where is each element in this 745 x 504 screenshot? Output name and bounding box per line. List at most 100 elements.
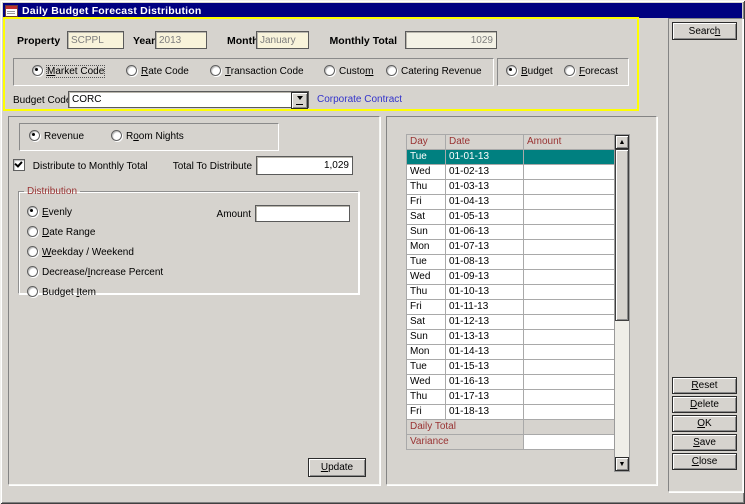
code-type-radio-group: Market Code Rate Code Transaction Code Cust… [13,58,494,86]
grid-row-01-11-13[interactable]: Fri01-11-13 [407,300,615,315]
amount-field[interactable] [255,205,350,222]
budget-code-input[interactable] [68,91,309,108]
grid-row-01-05-13[interactable]: Sat01-05-13 [407,210,615,225]
radio-label: Rate Code [141,66,189,77]
radio-room-nights[interactable]: Room Nights [111,130,184,143]
grid-row-01-10-13[interactable]: Thu01-10-13 [407,285,615,300]
close-button[interactable]: Close [672,453,737,470]
app-icon [5,5,18,17]
table-scrollbar[interactable]: ▲ ▼ [614,134,630,472]
grid-row-01-01-13[interactable]: Tue01-01-13 [407,150,615,165]
grid-row-01-08-13[interactable]: Tue01-08-13 [407,255,615,270]
footer-label: Variance [407,435,524,450]
radio-market-code[interactable]: Market Code [32,65,104,78]
radio-circle-icon [506,65,517,76]
budget-code-combobox[interactable] [68,91,309,108]
radio-revenue[interactable]: Revenue [29,130,84,143]
radio-transaction-code[interactable]: Transaction Code [210,65,304,78]
budget-code-description: Corporate Contract [317,94,402,105]
scroll-up-button[interactable]: ▲ [615,135,629,149]
radio-date-range[interactable]: Date Range [27,226,163,238]
grid-cell [524,180,615,195]
radio-forecast[interactable]: Forecast [564,65,618,78]
grid-row-01-04-13[interactable]: Fri01-04-13 [407,195,615,210]
grid-row-01-17-13[interactable]: Thu01-17-13 [407,390,615,405]
grid-cell: 01-01-13 [446,150,524,165]
grid-cell: 01-12-13 [446,315,524,330]
radio-catering-revenue[interactable]: Catering Revenue [386,65,482,78]
radio-budget-item[interactable]: Budget Item [27,286,163,298]
grid-cell [524,375,615,390]
radio-label: Custom [339,66,373,77]
footer-amount [524,435,615,450]
radio-label: Transaction Code [225,66,304,77]
radio-circle-icon [386,65,397,76]
ok-button[interactable]: OK [672,415,737,432]
grid-cell [524,330,615,345]
grid-row-01-02-13[interactable]: Wed01-02-13 [407,165,615,180]
radio-circle-icon [27,226,38,237]
grid-footer-daily-total: Daily Total [407,420,615,435]
grid-cell [524,225,615,240]
grid-cell [524,315,615,330]
month-field [256,31,309,49]
grid-row-01-03-13[interactable]: Thu01-03-13 [407,180,615,195]
total-to-distribute-field[interactable] [256,156,353,175]
grid-cell: Mon [407,240,446,255]
radio-circle-icon [27,266,38,277]
grid-cell [524,195,615,210]
grid-cell: 01-03-13 [446,180,524,195]
grid-row-01-06-13[interactable]: Sun01-06-13 [407,225,615,240]
grid-cell [524,240,615,255]
grid-cell: Thu [407,285,446,300]
grid-cell: Tue [407,150,446,165]
radio-label: Revenue [44,131,84,142]
grid-row-01-18-13[interactable]: Fri01-18-13 [407,405,615,420]
radio-budget[interactable]: Budget [506,65,553,78]
action-button-panel: Search Reset Delete OK Save Close [668,18,743,492]
grid-row-01-07-13[interactable]: Mon01-07-13 [407,240,615,255]
radio-evenly[interactable]: Evenly [27,206,163,218]
grid-cell: Wed [407,165,446,180]
grid-cell: 01-07-13 [446,240,524,255]
grid-cell: Tue [407,360,446,375]
grid-cell [524,345,615,360]
delete-button[interactable]: Delete [672,396,737,413]
grid-cell: Sun [407,225,446,240]
grid-row-01-14-13[interactable]: Mon01-14-13 [407,345,615,360]
grid-cell: 01-04-13 [446,195,524,210]
total-to-distribute-label: Total To Distribute [173,161,252,172]
update-button[interactable]: Update [308,458,366,477]
grid-cell: Fri [407,405,446,420]
radio-label: Room Nights [126,131,184,142]
budget-code-dropdown-button[interactable] [291,92,308,109]
save-button[interactable]: Save [672,434,737,451]
radio-weekday-weekend[interactable]: Weekday / Weekend [27,246,163,258]
grid-row-01-15-13[interactable]: Tue01-15-13 [407,360,615,375]
scrollbar-thumb[interactable] [615,149,629,321]
radio-circle-icon [27,286,38,297]
distribute-to-monthly-total-checkbox[interactable]: Distribute to Monthly Total [13,159,148,172]
grid-row-01-09-13[interactable]: Wed01-09-13 [407,270,615,285]
radio-circle-icon [32,65,43,76]
radio-label: Evenly [42,207,72,218]
grid-cell [524,165,615,180]
grid-cell: 01-18-13 [446,405,524,420]
distribution-panel: Revenue Room Nights Distribute to Monthly… [8,116,380,485]
radio-rate-code[interactable]: Rate Code [126,65,189,78]
search-button[interactable]: Search [672,22,737,40]
grid-cell [524,405,615,420]
grid-row-01-13-13[interactable]: Sun01-13-13 [407,330,615,345]
grid-cell: Sat [407,315,446,330]
grid-row-01-12-13[interactable]: Sat01-12-13 [407,315,615,330]
scroll-down-button[interactable]: ▼ [615,457,629,471]
reset-button[interactable]: Reset [672,377,737,394]
header-section: Property Year Month Monthly Total Market… [3,17,639,111]
title-bar[interactable]: Daily Budget Forecast Distribution [3,3,742,18]
radio-decrease-increase-percent[interactable]: Decrease/Increase Percent [27,266,163,278]
grid-row-01-16-13[interactable]: Wed01-16-13 [407,375,615,390]
grid-cell: Mon [407,345,446,360]
daily-budget-table: DayDateAmountTue01-01-13Wed01-02-13Thu01… [406,134,615,450]
radio-custom[interactable]: Custom [324,65,373,78]
year-field [155,31,207,49]
